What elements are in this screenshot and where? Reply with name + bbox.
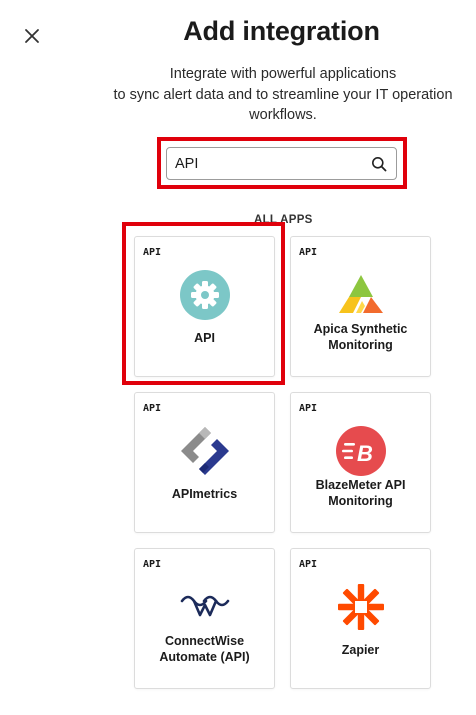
section-label: ALL APPS	[254, 213, 313, 227]
card-name: Apica Synthetic Monitoring	[313, 322, 408, 352]
subtitle-line: workflows.	[249, 107, 317, 123]
subtitle-line: to sync alert data and to streamline you…	[113, 86, 453, 103]
card-name: ConnectWise Automate (API)	[159, 634, 250, 664]
page-subtitle: Integrate with powerful applications to …	[90, 64, 476, 126]
search-input[interactable]	[175, 154, 365, 174]
card-name: API	[194, 331, 215, 345]
apica-logo	[338, 275, 383, 313]
integration-card-apica[interactable]: API Apica Synthetic Monitoring	[290, 236, 431, 377]
card-name: BlazeMeter API Monitoring	[315, 478, 406, 508]
integration-card-blazemeter[interactable]: API B BlazeMeter API Monitoring	[290, 392, 431, 533]
card-tag: API	[299, 403, 318, 414]
integration-card-apimetrics[interactable]: API APImetrics	[134, 392, 275, 533]
card-name: APImetrics	[171, 487, 238, 501]
card-tag: API	[143, 559, 162, 570]
integration-card-connectwise[interactable]: API ConnectWise Automate (API)	[134, 548, 275, 689]
page-title: Add integration	[183, 16, 380, 46]
zapier-logo	[337, 584, 384, 630]
card-tag: API	[143, 247, 162, 258]
integration-card-zapier[interactable]: API Zapier	[290, 548, 431, 689]
card-tag: API	[299, 247, 318, 258]
connectwise-logo	[180, 595, 229, 617]
blazemeter-logo: B	[335, 426, 386, 476]
svg-text:B: B	[357, 441, 373, 466]
search-box[interactable]	[166, 147, 397, 180]
card-name: Zapier	[341, 643, 380, 657]
apimetrics-logo	[180, 427, 229, 475]
card-tag: API	[299, 559, 318, 570]
search-icon[interactable]	[371, 156, 387, 172]
card-tag: API	[143, 403, 162, 414]
gear-icon	[179, 270, 230, 320]
subtitle-line: Integrate with powerful applications	[169, 66, 397, 82]
integration-card-api[interactable]: API API	[134, 236, 275, 377]
